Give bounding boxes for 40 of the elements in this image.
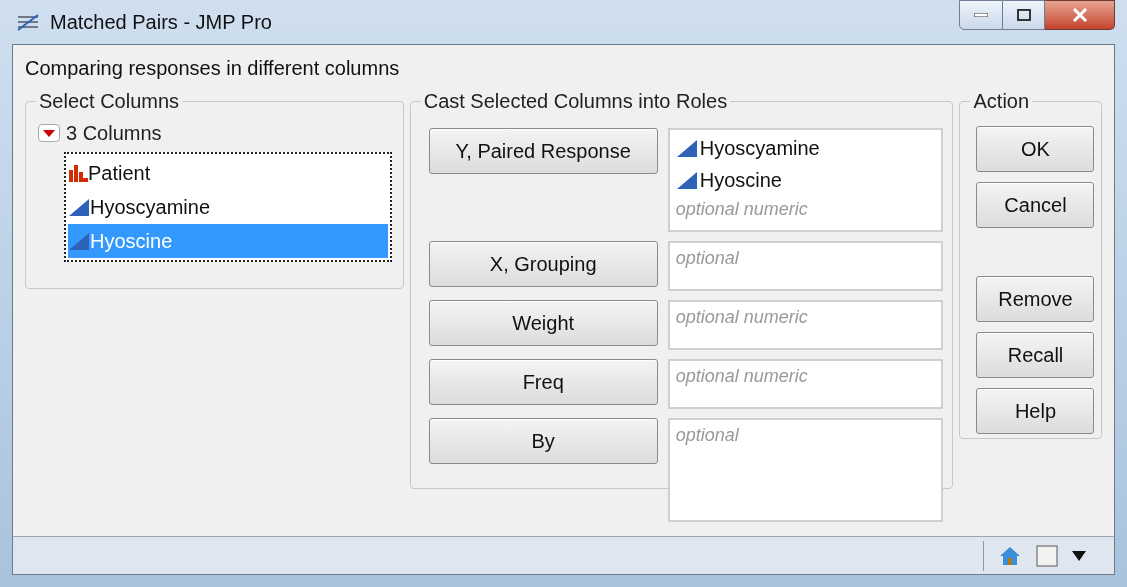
triangle-icon [675, 171, 698, 189]
close-icon [1071, 8, 1088, 22]
triangle-down-icon [43, 129, 55, 137]
action-button[interactable]: Recall [976, 332, 1095, 378]
bar-chart-icon [68, 164, 88, 182]
restore-icon [1016, 9, 1031, 21]
maximize-button[interactable] [1003, 0, 1045, 30]
triangle-icon [68, 198, 90, 216]
action-button[interactable]: Cancel [976, 182, 1095, 228]
role-button[interactable]: X, Grouping [428, 241, 658, 287]
action-button[interactable]: Help [976, 388, 1095, 434]
placeholder-text: optional [675, 424, 739, 447]
triangle-icon [68, 232, 90, 250]
placeholder-text: optional numeric [675, 365, 808, 388]
checkbox-icon[interactable] [1036, 544, 1058, 567]
home-icon[interactable] [998, 544, 1022, 567]
placeholder-text: optional [675, 247, 739, 270]
placeholder-text: optional numeric [675, 306, 808, 329]
role-list-item[interactable]: Hyoscine [675, 164, 935, 196]
minimize-icon [974, 13, 988, 17]
role-button[interactable]: By [428, 418, 658, 464]
role-button[interactable]: Freq [428, 359, 658, 405]
caret-icon[interactable] [1072, 550, 1086, 561]
role-list-item[interactable]: Hyoscyamine [675, 132, 935, 164]
role-button[interactable]: Weight [428, 300, 658, 346]
action-button[interactable]: Remove [976, 276, 1095, 322]
triangle-icon [675, 139, 698, 157]
role-list[interactable]: Hyoscyamine Hyoscine optional numeric [667, 128, 943, 232]
close-button[interactable] [1045, 0, 1115, 30]
app-icon [16, 12, 40, 32]
disclosure-button[interactable] [38, 124, 60, 142]
window-title: Matched Pairs - JMP Pro [50, 10, 272, 35]
description-text: Comparing responses in different columns [25, 56, 400, 81]
role-button[interactable]: Y, Paired Response [428, 128, 658, 174]
action-button[interactable]: OK [976, 126, 1095, 172]
column-count: 3 Columns [66, 121, 162, 146]
minimize-button[interactable] [959, 0, 1003, 30]
column-list-item[interactable]: Patient [68, 156, 388, 190]
column-list-item[interactable]: Hyoscyamine [68, 190, 388, 224]
placeholder-text: optional numeric [675, 198, 808, 221]
